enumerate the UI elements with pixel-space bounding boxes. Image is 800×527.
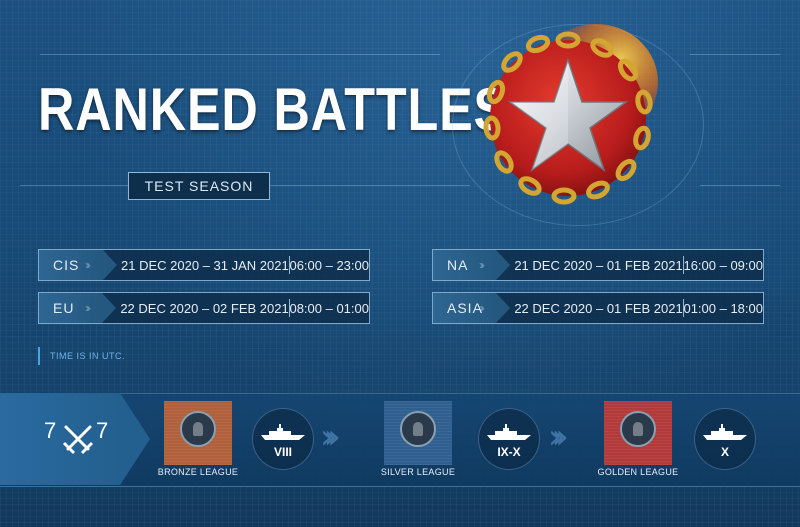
divider: [20, 185, 130, 186]
chevron-right-icon: ›››: [320, 417, 341, 457]
golden-league-badge: [604, 401, 672, 465]
divider: [270, 185, 470, 186]
warship-icon: [487, 424, 531, 440]
chevron-right-icon: ›››: [85, 258, 91, 272]
region-hours: 06:00 – 23:00: [289, 257, 369, 273]
silver-league-icon: [400, 411, 436, 447]
chevron-right-icon: ›››: [85, 301, 91, 315]
region-name: CIS: [53, 257, 80, 273]
team-size-b: 7: [96, 418, 109, 443]
tier-label: IX-X: [497, 445, 521, 459]
silver-league-badge: [384, 401, 452, 465]
chevron-right-icon: ›››: [548, 417, 569, 457]
golden-league-icon: [620, 411, 656, 447]
league-label: GOLDEN LEAGUE: [597, 467, 679, 477]
bronze-league-icon: [180, 411, 216, 447]
league-label: SILVER LEAGUE: [380, 467, 456, 477]
region-name: NA: [447, 257, 469, 273]
divider: [40, 54, 440, 55]
region-tag: ASIA ›››: [433, 293, 511, 323]
tier-badge: IX-X: [478, 408, 540, 470]
page-title: RANKED BATTLES: [38, 76, 509, 143]
divider: [690, 54, 780, 55]
divider: [700, 185, 780, 186]
region-row-cis: CIS ››› 21 DEC 2020 – 31 JAN 2021 06:00 –…: [38, 249, 370, 281]
region-name: ASIA: [447, 300, 483, 316]
region-name: EU: [53, 300, 75, 316]
star-chain-emblem-icon: [483, 24, 658, 205]
league-label: BRONZE LEAGUE: [157, 467, 239, 477]
region-hours: 16:00 – 09:00: [683, 257, 763, 273]
tier-badge: VIII: [252, 408, 314, 470]
region-hours: 01:00 – 18:00: [683, 300, 763, 316]
tier-label: X: [720, 445, 729, 459]
region-hours: 08:00 – 01:00: [289, 300, 369, 316]
tier-badge: X: [694, 408, 756, 470]
chevron-right-icon: ›››: [479, 258, 485, 272]
chevron-right-icon: ›››: [479, 301, 485, 315]
region-tag: NA ›››: [433, 250, 511, 280]
warship-icon: [261, 424, 305, 440]
region-row-asia: ASIA ››› 22 DEC 2020 – 01 FEB 2021 01:00 …: [432, 292, 764, 324]
season-badge: TEST SEASON: [128, 172, 270, 200]
region-dates: 21 DEC 2020 – 31 JAN 2021: [121, 257, 289, 273]
warship-icon: [703, 424, 747, 440]
region-tag: CIS ›››: [39, 250, 118, 280]
tier-label: VIII: [273, 445, 292, 459]
region-dates: 21 DEC 2020 – 01 FEB 2021: [514, 257, 683, 273]
region-dates: 22 DEC 2020 – 01 FEB 2021: [514, 300, 683, 316]
region-row-eu: EU ››› 22 DEC 2020 – 02 FEB 2021 08:00 – …: [38, 292, 370, 324]
region-dates: 22 DEC 2020 – 02 FEB 2021: [120, 300, 289, 316]
team-size-a: 7: [44, 418, 57, 443]
region-row-na: NA ››› 21 DEC 2020 – 01 FEB 2021 16:00 – …: [432, 249, 764, 281]
region-tag: EU ›››: [39, 293, 117, 323]
crossed-swords-icon: [62, 425, 94, 455]
timezone-note: TIME IS IN UTC.: [38, 347, 125, 365]
bronze-league-badge: [164, 401, 232, 465]
